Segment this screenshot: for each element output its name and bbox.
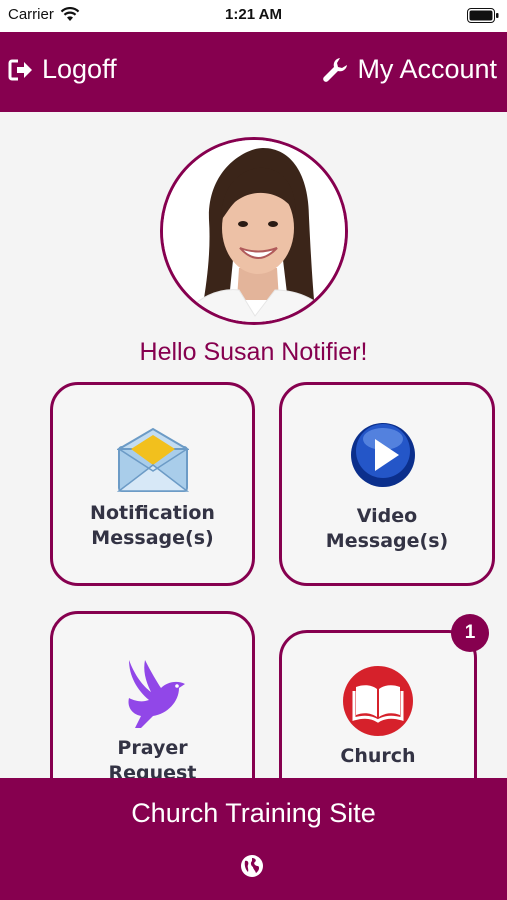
logoff-label: Logoff <box>42 54 117 84</box>
app-footer: Church Training Site <box>0 778 507 900</box>
my-account-label: My Account <box>357 54 497 84</box>
video-messages-tile[interactable]: Video Message(s) <box>279 382 495 586</box>
envelope-icon <box>117 427 189 492</box>
sign-out-icon <box>8 59 32 80</box>
notification-tile-label: Notification Message(s) <box>53 501 252 551</box>
status-time: 1:21 AM <box>225 6 282 23</box>
status-bar: Carrier 1:21 AM <box>0 0 507 32</box>
notification-tile-line2: Message(s) <box>91 527 214 549</box>
greeting-text: Hello Susan Notifier! <box>139 338 368 366</box>
my-account-button[interactable]: My Account <box>321 54 497 85</box>
wrench-icon <box>323 57 348 82</box>
video-tile-label: Video Message(s) <box>282 504 492 554</box>
video-tile-line1: Video <box>356 505 418 527</box>
church-tile-line1: Church <box>340 745 416 767</box>
play-icon <box>351 423 415 487</box>
notification-tile-line1: Notification <box>90 502 215 524</box>
app-header: Logoff My Account <box>0 32 507 112</box>
dove-icon <box>128 660 185 728</box>
church-tile-label: Church <box>282 744 474 769</box>
globe-icon[interactable] <box>240 854 264 878</box>
profile-avatar <box>160 137 348 325</box>
battery-icon <box>467 8 499 23</box>
avatar-photo <box>163 140 345 322</box>
logoff-button[interactable]: Logoff <box>8 54 117 85</box>
video-tile-line2: Message(s) <box>325 530 449 552</box>
book-icon <box>343 666 413 736</box>
church-notification-badge: 1 <box>451 614 489 652</box>
footer-title: Church Training Site <box>131 798 376 828</box>
prayer-tile-line1: Prayer <box>117 737 188 759</box>
notification-messages-tile[interactable]: Notification Message(s) <box>50 382 255 586</box>
